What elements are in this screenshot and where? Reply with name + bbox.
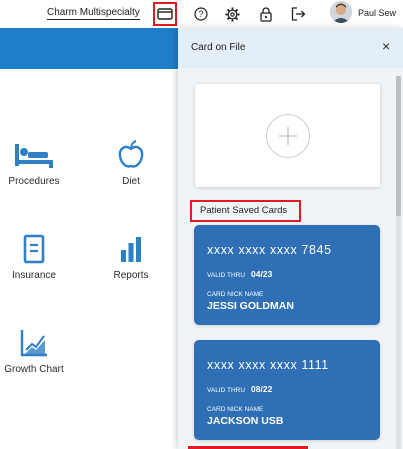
valid-thru-value: 08/22 [251, 384, 273, 394]
card-nick-name-label: CARD NICK NAME [207, 291, 264, 298]
tile-label: Insurance [12, 270, 56, 281]
valid-thru-label: VALID THRU [207, 272, 246, 279]
drawer-scrollbar[interactable] [396, 76, 401, 449]
tile-label: Diet [122, 176, 140, 187]
card-nick-name-label: CARD NICK NAME [207, 406, 264, 413]
insurance-tile[interactable]: Insurance [0, 234, 74, 281]
tile-label: Growth Chart [4, 364, 64, 375]
svg-text:?: ? [198, 9, 203, 19]
top-header: Charm Multispecialty ? Paul Sew [0, 0, 403, 28]
logout-icon[interactable] [288, 4, 308, 24]
practice-name-link[interactable]: Charm Multispecialty [47, 7, 140, 20]
card-valid-thru: VALID THRU 04/23 [207, 269, 272, 279]
patient-saved-cards-label: Patient Saved Cards [190, 200, 301, 222]
card-nick-name: JESSI GOLDMAN [207, 300, 294, 312]
reports-tile[interactable]: Reports [91, 234, 171, 281]
document-icon [23, 234, 45, 264]
card-nick-name: JACKSON USB [207, 415, 284, 427]
scrollbar-thumb[interactable] [396, 76, 401, 216]
drawer-title: Card on File [191, 42, 246, 53]
apple-icon [118, 140, 144, 168]
add-card-button[interactable] [195, 84, 380, 187]
valid-thru-value: 04/23 [251, 269, 273, 279]
diet-tile[interactable]: Diet [91, 140, 171, 187]
user-avatar[interactable] [330, 1, 352, 23]
card-number: xxxx xxxx xxxx 1111 [207, 358, 329, 372]
card-valid-thru: VALID THRU 08/22 [207, 384, 272, 394]
plus-icon [266, 114, 310, 158]
card-number: xxxx xxxx xxxx 7845 [207, 243, 332, 257]
drawer-header: Card on File × [178, 28, 403, 68]
tile-label: Reports [113, 270, 149, 281]
bar-chart-icon [121, 237, 141, 262]
valid-thru-label: VALID THRU [207, 387, 246, 394]
settings-gear-icon[interactable] [222, 4, 242, 24]
user-name[interactable]: Paul Sew [358, 8, 396, 18]
growth-chart-icon [20, 330, 47, 357]
growth-chart-tile[interactable]: Growth Chart [0, 328, 74, 375]
saved-card[interactable]: xxxx xxxx xxxx 7845 VALID THRU 04/23 CARD… [194, 225, 380, 325]
procedures-icon [15, 144, 53, 168]
tile-label: Procedures [8, 176, 60, 187]
lock-icon[interactable] [256, 4, 276, 24]
card-on-file-drawer: Card on File × Patient Saved Cards xxxx … [178, 28, 403, 449]
help-icon[interactable]: ? [191, 4, 211, 24]
procedures-tile[interactable]: Procedures [0, 140, 74, 187]
saved-card[interactable]: xxxx xxxx xxxx 1111 VALID THRU 08/22 CARD… [194, 340, 380, 440]
card-on-file-icon[interactable] [153, 2, 177, 26]
close-icon[interactable]: × [382, 39, 390, 53]
